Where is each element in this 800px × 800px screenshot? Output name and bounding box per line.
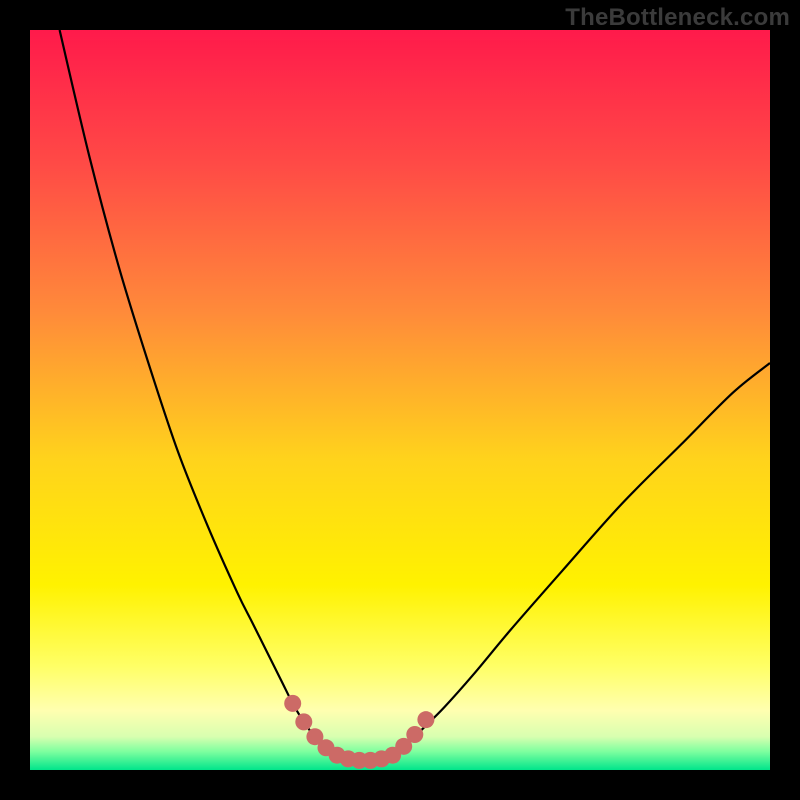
gradient-background: [30, 30, 770, 770]
marker-dot: [417, 711, 434, 728]
marker-dot: [284, 695, 301, 712]
marker-dot: [406, 726, 423, 743]
marker-dot: [295, 713, 312, 730]
chart-frame: TheBottleneck.com: [0, 0, 800, 800]
watermark-text: TheBottleneck.com: [565, 4, 790, 32]
bottleneck-chart: [30, 30, 770, 770]
